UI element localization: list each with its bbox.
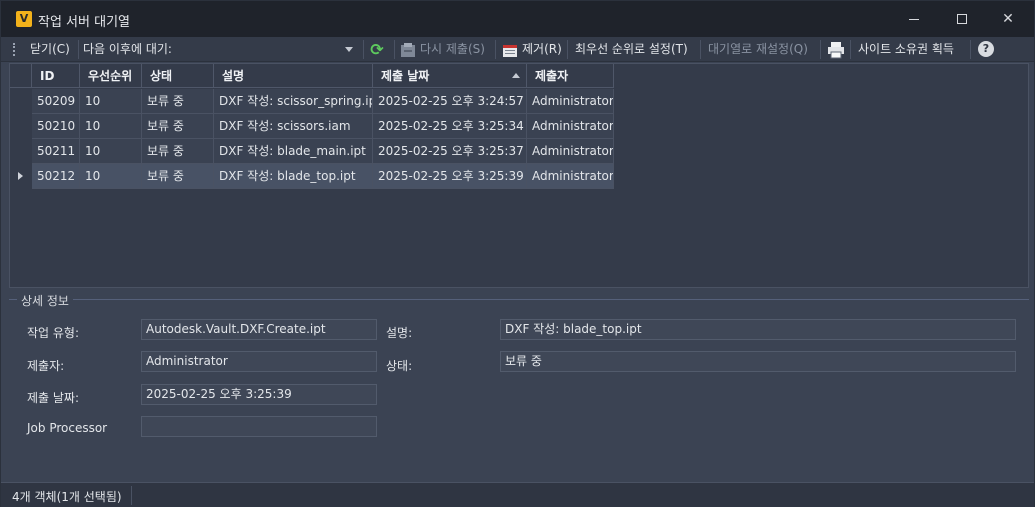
cell-status: 보류 중 [142, 164, 214, 189]
cell-status: 보류 중 [142, 89, 214, 114]
cell-id: 50211 [32, 139, 80, 164]
cell-submit-date: 2025-02-25 오후 3:25:39 [373, 164, 527, 189]
table-row[interactable]: 50209 10 보류 중 DXF 작성: scissor_spring.ipt… [32, 89, 614, 114]
resubmit-icon[interactable] [400, 42, 416, 58]
column-header-submitter[interactable]: 제출자 [527, 64, 614, 88]
wait-after-dropdown[interactable]: 다음 이후에 대기: [83, 41, 357, 58]
status-separator [131, 486, 132, 505]
toolbar-separator [970, 40, 971, 59]
table-row[interactable]: 50210 10 보류 중 DXF 작성: scissors.iam 2025-… [32, 114, 614, 139]
maximize-button[interactable] [939, 1, 985, 37]
cell-status: 보류 중 [142, 139, 214, 164]
minimize-button[interactable] [891, 1, 937, 37]
submit-date-field[interactable]: 2025-02-25 오후 3:25:39 [141, 384, 377, 405]
toolbar-separator [394, 40, 395, 59]
cell-id: 50212 [32, 164, 80, 189]
close-icon: ✕ [1002, 11, 1014, 27]
cell-status: 보류 중 [142, 114, 214, 139]
job-server-queue-window: V 작업 서버 대기열 ✕ 닫기(C) 다음 이후에 대기: 다시 제출(S) … [0, 0, 1035, 507]
title-bar: V 작업 서버 대기열 ✕ [1, 1, 1034, 37]
toolbar-separator [700, 40, 701, 59]
column-header-submit-date[interactable]: 제출 날짜 [373, 64, 527, 88]
job-processor-label: Job Processor [27, 421, 108, 435]
cell-priority: 10 [80, 89, 142, 114]
close-button[interactable]: 닫기(C) [30, 41, 70, 58]
requeue-button[interactable]: 대기열로 재설정(Q) [708, 41, 808, 58]
resubmit-button[interactable]: 다시 제출(S) [420, 41, 485, 58]
cell-description: DXF 작성: blade_main.ipt [214, 139, 373, 164]
remove-icon[interactable] [502, 42, 518, 58]
close-window-button[interactable]: ✕ [985, 1, 1031, 37]
window-title: 작업 서버 대기열 [38, 15, 130, 30]
status-field[interactable]: 보류 중 [500, 351, 1016, 372]
column-header-description[interactable]: 설명 [214, 64, 373, 88]
toolbar-separator [78, 40, 79, 59]
maximize-icon [957, 14, 967, 24]
cell-priority: 10 [80, 139, 142, 164]
take-site-ownership-button[interactable]: 사이트 소유권 획득 [858, 41, 954, 58]
cell-submit-date: 2025-02-25 오후 3:24:57 [373, 89, 527, 114]
submitter-field[interactable]: Administrator [141, 351, 377, 372]
status-bar: 4개 객체(1개 선택됨) [1, 482, 1034, 507]
job-type-field[interactable]: Autodesk.Vault.DXF.Create.ipt [141, 319, 377, 340]
job-queue-grid: ID 우선순위 상태 설명 제출 날짜 제출자 50209 10 보류 중 DX… [9, 63, 1029, 288]
grid-header: ID 우선순위 상태 설명 제출 날짜 제출자 [10, 64, 614, 88]
current-row-indicator-icon [18, 172, 23, 180]
remove-button[interactable]: 제거(R) [522, 41, 562, 58]
cell-priority: 10 [80, 164, 142, 189]
table-row-selected[interactable]: 50212 10 보류 중 DXF 작성: blade_top.ipt 2025… [32, 164, 614, 189]
cell-id: 50209 [32, 89, 80, 114]
chevron-down-icon [345, 47, 353, 52]
print-icon[interactable] [827, 41, 845, 59]
cell-submitter: Administrator [527, 89, 614, 114]
cell-submitter: Administrator [527, 114, 614, 139]
minimize-icon [909, 18, 919, 20]
table-row[interactable]: 50211 10 보류 중 DXF 작성: blade_main.ipt 202… [32, 139, 614, 164]
sort-ascending-icon [512, 73, 520, 78]
wait-after-label: 다음 이후에 대기: [83, 42, 172, 56]
toolbar-separator [495, 40, 496, 59]
job-processor-field[interactable] [141, 416, 377, 437]
toolbar-separator [363, 40, 364, 59]
job-type-label: 작업 유형: [27, 326, 80, 340]
cell-id: 50210 [32, 114, 80, 139]
object-count-status: 4개 객체(1개 선택됨) [12, 490, 122, 504]
column-header-priority[interactable]: 우선순위 [80, 64, 142, 88]
cell-description: DXF 작성: scissor_spring.ipt [214, 89, 373, 114]
cell-submit-date: 2025-02-25 오후 3:25:34 [373, 114, 527, 139]
details-panel: 상세 정보 작업 유형: Autodesk.Vault.DXF.Create.i… [9, 292, 1029, 480]
cell-priority: 10 [80, 114, 142, 139]
vault-app-icon: V [16, 11, 32, 27]
help-icon[interactable]: ? [978, 41, 994, 57]
toolbar-separator [820, 40, 821, 59]
cell-description: DXF 작성: blade_top.ipt [214, 164, 373, 189]
submit-date-label: 제출 날짜: [27, 391, 80, 405]
set-top-priority-button[interactable]: 최우선 순위로 설정(T) [575, 41, 688, 58]
toolbar-grip-icon[interactable] [13, 43, 16, 56]
toolbar-separator [850, 40, 851, 59]
cell-submit-date: 2025-02-25 오후 3:25:37 [373, 139, 527, 164]
column-header-status[interactable]: 상태 [142, 64, 214, 88]
column-header-id[interactable]: ID [32, 64, 80, 88]
description-field[interactable]: DXF 작성: blade_top.ipt [500, 319, 1016, 340]
toolbar-separator [567, 40, 568, 59]
description-label: 설명: [386, 326, 413, 340]
cell-submitter: Administrator [527, 139, 614, 164]
details-title: 상세 정보 [17, 292, 73, 309]
refresh-icon[interactable]: ⟳ [368, 41, 386, 59]
row-header-corner [10, 64, 32, 88]
cell-submitter: Administrator [527, 164, 614, 189]
column-header-submit-date-label: 제출 날짜 [381, 69, 430, 83]
submitter-label: 제출자: [27, 359, 65, 373]
status-label: 상태: [386, 359, 413, 373]
cell-description: DXF 작성: scissors.iam [214, 114, 373, 139]
